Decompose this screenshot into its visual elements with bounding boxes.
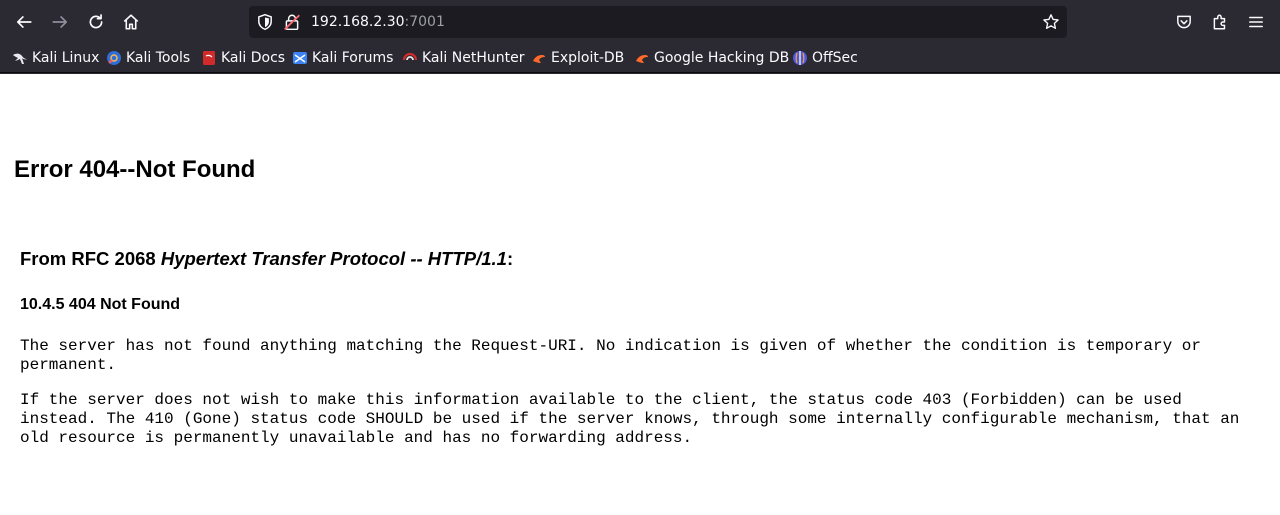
bookmark-label: Google Hacking DB [654,50,790,66]
url-text[interactable]: 192.168.2.30:7001 [311,6,445,38]
bookmark-label: Kali NetHunter [422,50,525,66]
page-content: Error 404--Not Found From RFC 2068 Hyper… [0,74,1280,515]
bookmark-label: OffSec [812,50,858,66]
kali-tools-icon [106,50,122,66]
section-title: 10.4.5 404 Not Found [20,296,181,313]
hamburger-menu-icon [1249,16,1263,28]
url-host: 192.168.2.30 [311,14,405,30]
google-hacking-db-icon [634,50,650,66]
home-button[interactable] [115,6,147,38]
bookmark-kali-nethunter[interactable]: Kali NetHunter [402,46,524,70]
bookmark-label: Kali Docs [221,50,286,66]
home-icon [123,14,139,30]
forward-button[interactable] [44,6,76,38]
paragraph-description: The server has not found anything matchi… [20,337,1201,374]
reload-button[interactable] [80,6,112,38]
navigation-toolbar: 192.168.2.30:7001 [0,0,1280,44]
url-bar[interactable]: 192.168.2.30:7001 [249,6,1067,38]
error-title: Error 404--Not Found [14,156,256,183]
offsec-icon [792,50,808,66]
bookmark-kali-linux[interactable]: Kali Linux [12,46,99,70]
bookmark-label: Kali Tools [126,50,191,66]
bookmark-kali-docs[interactable]: Kali Docs [201,46,285,70]
puzzle-piece-icon [1213,14,1226,30]
rfc-protocol-title: Hypertext Transfer Protocol -- HTTP/1.1 [160,248,507,269]
paragraph-forbidden-note: If the server does not wish to make this… [20,391,1240,447]
back-button[interactable] [8,6,40,38]
bookmark-kali-tools[interactable]: Kali Tools [106,46,190,70]
kali-dragon-icon [12,50,28,66]
bookmark-exploit-db[interactable]: Exploit-DB [531,46,624,70]
shield-icon[interactable] [256,13,274,31]
bookmark-label: Kali Forums [312,50,394,66]
url-port: :7001 [404,14,445,30]
bookmark-offsec[interactable]: OffSec [792,46,858,70]
rfc-heading: From RFC 2068 Hypertext Transfer Protoco… [20,248,513,270]
bookmark-google-hacking-db[interactable]: Google Hacking DB [634,46,789,70]
bookmark-label: Kali Linux [32,50,100,66]
browser-chrome: 192.168.2.30:7001 Kali Linux Kali Tools … [0,0,1280,74]
kali-forums-icon [292,50,308,66]
forward-arrow-icon [52,16,68,28]
extensions-button[interactable] [1204,6,1236,38]
bookmarks-toolbar: Kali Linux Kali Tools Kali Docs Kali For… [0,44,1280,73]
menu-button[interactable] [1240,6,1272,38]
rfc-suffix: : [506,248,514,269]
back-arrow-icon [16,16,32,28]
pocket-button[interactable] [1168,6,1200,38]
insecure-lock-icon[interactable] [283,13,301,31]
reload-icon [89,14,103,29]
bookmark-star-icon[interactable] [1042,13,1060,31]
kali-nethunter-icon [402,50,418,66]
bookmark-label: Exploit-DB [551,50,625,66]
exploit-db-icon [531,50,547,66]
rfc-prefix: From RFC 2068 [20,248,161,269]
pocket-icon [1177,15,1191,29]
bookmark-kali-forums[interactable]: Kali Forums [292,46,393,70]
kali-docs-icon [201,50,217,66]
